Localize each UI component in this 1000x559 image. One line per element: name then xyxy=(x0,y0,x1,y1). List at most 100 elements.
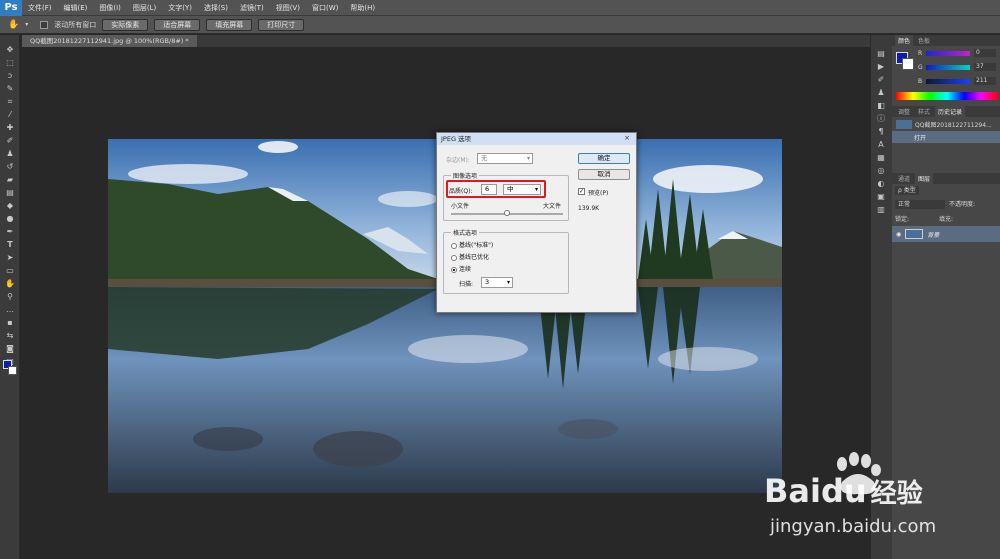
type-tool-icon[interactable]: T xyxy=(0,238,20,251)
quality-highlight-box xyxy=(446,180,546,198)
layer-thumbnail xyxy=(905,229,924,239)
rectangle-tool-icon[interactable]: ▭ xyxy=(0,264,20,277)
background-color-swatch[interactable] xyxy=(8,366,17,375)
dodge-tool-icon[interactable]: ● xyxy=(0,212,20,225)
menu-select[interactable]: 选择(S) xyxy=(198,0,234,16)
image-options-label: 图像选项 xyxy=(451,171,480,180)
zoom-tool-icon[interactable]: ⚲ xyxy=(0,290,20,303)
tab-styles[interactable]: 样式 xyxy=(915,106,933,117)
b-slider[interactable] xyxy=(926,79,970,84)
g-label: G xyxy=(918,64,923,71)
brush-tool-icon[interactable]: ✐ xyxy=(0,134,20,147)
paragraph-panel-icon[interactable]: ¶ xyxy=(871,125,891,138)
navigator-panel-icon[interactable]: ◎ xyxy=(871,164,891,177)
fill-screen-button[interactable]: 填充屏幕 xyxy=(206,18,253,31)
g-value[interactable]: 37 xyxy=(974,63,996,71)
format-option-optimized-label: 基线已优化 xyxy=(459,254,490,261)
clone-source-panel-icon[interactable]: ♟ xyxy=(871,86,891,99)
scans-select[interactable]: 3 ▾ xyxy=(481,277,513,288)
radio-baseline[interactable] xyxy=(451,242,457,249)
menu-image[interactable]: 图像(I) xyxy=(93,0,127,16)
character-panel-icon[interactable]: A xyxy=(871,138,891,151)
print-size-button[interactable]: 打印尺寸 xyxy=(258,18,305,31)
menu-type[interactable]: 文字(Y) xyxy=(162,0,198,16)
blur-tool-icon[interactable]: ◆ xyxy=(0,199,20,212)
healing-brush-tool-icon[interactable]: ✚ xyxy=(0,121,20,134)
format-option-progressive[interactable]: 连续 xyxy=(451,264,471,273)
document-tab[interactable]: QQ截图20181227112941.jpg @ 100%(RGB/8#) * xyxy=(22,35,197,47)
hand-tool-icon[interactable]: ✋ xyxy=(0,277,20,290)
path-select-tool-icon[interactable]: ➤ xyxy=(0,251,20,264)
hand-tool-icon[interactable]: ✋ xyxy=(8,20,19,30)
clone-stamp-tool-icon[interactable]: ♟ xyxy=(0,147,20,160)
radio-progressive[interactable] xyxy=(451,266,457,273)
history-item-open[interactable]: 打开 xyxy=(892,131,1000,143)
cancel-button[interactable]: 取消 xyxy=(578,169,630,180)
tab-adjustments[interactable]: 调整 xyxy=(895,106,913,117)
menu-help[interactable]: 帮助(H) xyxy=(344,0,381,16)
tab-history[interactable]: 历史记录 xyxy=(935,106,966,117)
history-item-snapshot[interactable]: QQ截图2018122711294... xyxy=(892,117,1000,131)
color-background-swatch[interactable] xyxy=(902,58,914,70)
quick-select-tool-icon[interactable]: ✎ xyxy=(0,82,20,95)
visibility-eye-icon[interactable]: ◉ xyxy=(896,231,901,238)
brush-panel-icon[interactable]: ✐ xyxy=(871,73,891,86)
actions-panel-icon[interactable]: ▶ xyxy=(871,60,891,73)
eyedropper-tool-icon[interactable]: ⁄ xyxy=(0,108,20,121)
swatch-panel-icon[interactable]: ▦ xyxy=(871,151,891,164)
more-tools-icon[interactable]: … xyxy=(0,303,20,316)
color-spectrum-bar[interactable] xyxy=(896,92,998,100)
color-panel-tabs: 颜色 色板 xyxy=(892,35,1000,46)
blend-mode-select[interactable]: 正常 xyxy=(895,200,945,209)
menu-edit[interactable]: 编辑(E) xyxy=(58,0,94,16)
dialog-close-button[interactable]: × xyxy=(622,134,632,143)
layer-filter-select[interactable]: ρ 类型 xyxy=(895,186,919,195)
layers-panel-icon[interactable]: ▣ xyxy=(871,190,891,203)
swap-colors-icon[interactable]: ⇆ xyxy=(0,329,20,342)
gradient-tool-icon[interactable]: ▤ xyxy=(0,186,20,199)
channels-panel-icon[interactable]: ▥ xyxy=(871,203,891,216)
marquee-tool-icon[interactable]: ⬚ xyxy=(0,56,20,69)
eraser-tool-icon[interactable]: ▰ xyxy=(0,173,20,186)
default-colors-icon[interactable]: ▪ xyxy=(0,316,20,329)
g-slider[interactable] xyxy=(926,65,970,70)
color-panel: R 0 G 37 B 211 xyxy=(892,46,1000,106)
large-file-label: 大文件 xyxy=(543,203,562,210)
info-panel-icon[interactable]: ⓘ xyxy=(871,112,891,125)
quick-mask-icon[interactable]: ◙ xyxy=(0,342,20,355)
adjustment-panel-icon[interactable]: ◐ xyxy=(871,177,891,190)
tab-channels[interactable]: 通道 xyxy=(895,173,913,184)
tab-swatches[interactable]: 色板 xyxy=(915,35,933,46)
menu-window[interactable]: 窗口(W) xyxy=(306,0,344,16)
properties-panel-icon[interactable]: ◧ xyxy=(871,99,891,112)
move-tool-icon[interactable]: ✥ xyxy=(0,43,20,56)
layer-row-background[interactable]: ◉ 背景 xyxy=(892,226,1000,242)
menu-view[interactable]: 视图(V) xyxy=(270,0,306,16)
tab-layers[interactable]: 图层 xyxy=(915,173,934,184)
crop-tool-icon[interactable]: ⌗ xyxy=(0,95,20,108)
menu-file[interactable]: 文件(F) xyxy=(22,0,58,16)
lasso-tool-icon[interactable]: ↄ xyxy=(0,69,20,82)
ok-button[interactable]: 确定 xyxy=(578,153,630,164)
actual-pixels-button[interactable]: 实际像素 xyxy=(102,18,149,31)
preview-checkbox[interactable]: ✓ xyxy=(578,188,585,195)
menu-layer[interactable]: 图层(L) xyxy=(127,0,162,16)
pen-tool-icon[interactable]: ✒ xyxy=(0,225,20,238)
format-option-baseline[interactable]: 基线("标准") xyxy=(451,240,493,249)
history-brush-tool-icon[interactable]: ↺ xyxy=(0,160,20,173)
tab-color[interactable]: 颜色 xyxy=(895,35,914,46)
scroll-all-windows-checkbox[interactable] xyxy=(40,20,49,29)
format-option-optimized[interactable]: 基线已优化 xyxy=(451,252,489,261)
history-panel-icon[interactable]: ▤ xyxy=(871,47,891,60)
tool-preset-chevron-icon[interactable]: ▾ xyxy=(25,21,28,28)
fit-screen-button[interactable]: 适合屏幕 xyxy=(154,18,201,31)
dialog-titlebar[interactable]: JPEG 选项 × xyxy=(437,133,636,145)
menu-filter[interactable]: 滤镜(T) xyxy=(234,0,270,16)
r-value[interactable]: 0 xyxy=(974,49,996,57)
radio-optimized[interactable] xyxy=(451,254,457,261)
b-value[interactable]: 211 xyxy=(974,77,996,85)
r-slider[interactable] xyxy=(926,51,970,56)
quality-slider-thumb[interactable] xyxy=(504,210,510,216)
matte-select[interactable]: 无 ▾ xyxy=(477,153,533,164)
scans-value: 3 xyxy=(485,278,490,286)
